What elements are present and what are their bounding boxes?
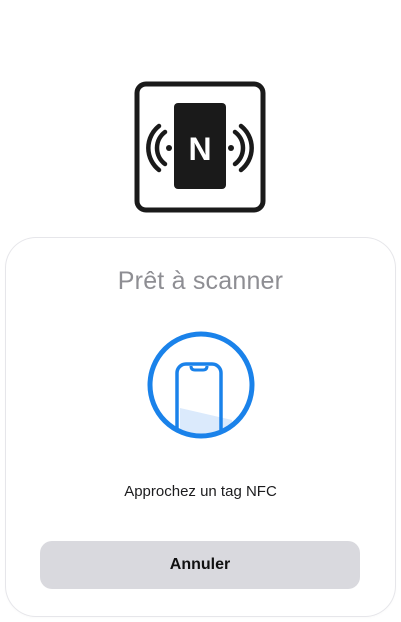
instruction-text: Approchez un tag NFC <box>124 483 277 500</box>
nfc-scan-screen: N Prêt à scanner Approchez un tag NFC An… <box>0 0 401 622</box>
cancel-button[interactable]: Annuler <box>40 541 360 589</box>
sheet-title: Prêt à scanner <box>117 267 284 295</box>
phone-scan-icon <box>147 331 255 439</box>
scan-sheet: Prêt à scanner Approchez un tag NFC Annu… <box>6 238 395 616</box>
nfc-letter: N <box>188 131 211 167</box>
nfc-icon: N <box>134 81 266 213</box>
